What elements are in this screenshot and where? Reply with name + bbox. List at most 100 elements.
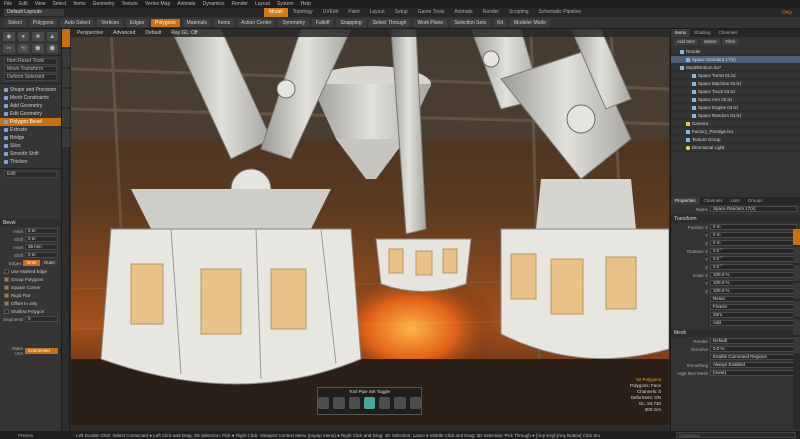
viewport-header-item[interactable]: Advanced (113, 30, 135, 36)
tool-item[interactable]: Mesh Constraints (0, 94, 61, 102)
tool-pipe-icon[interactable] (348, 397, 360, 409)
tab-setup[interactable]: Setup (390, 8, 413, 17)
checkbox-row[interactable]: Shallow Polygon (0, 307, 61, 315)
visibility-eye-icon[interactable] (671, 64, 680, 72)
tool-item[interactable]: Polygon Bevel (0, 118, 61, 126)
menu-item-layout[interactable]: Layout (255, 1, 270, 7)
toolbar-button[interactable]: Modeler Mode (510, 18, 550, 27)
tree-item[interactable]: Space Random 04.lxl (671, 112, 800, 120)
3d-viewport[interactable]: Perspective Advanced Default Ray GL: Off To… (71, 29, 669, 425)
tree-item[interactable]: Render (671, 48, 800, 56)
toolbar-button[interactable]: Symmetry (278, 18, 309, 27)
vertical-tab[interactable] (793, 229, 800, 245)
tool-item[interactable]: Edit Geometry (0, 110, 61, 118)
menu-item-help[interactable]: Help (301, 1, 311, 7)
segments-field[interactable]: 0 (25, 316, 58, 322)
toolbar-button[interactable]: Work Plane (413, 18, 448, 27)
viewport-header-item[interactable]: Ray GL: Off (171, 30, 197, 36)
toolbar-button[interactable]: Snapping (336, 18, 366, 27)
vertical-tab[interactable] (793, 247, 800, 263)
properties-tab[interactable]: Properties (671, 197, 700, 205)
checkbox-row[interactable]: Rigid Flat (0, 291, 61, 299)
tree-item[interactable]: ModelBottom.lxo* (671, 64, 800, 72)
tree-item[interactable]: Texture Group (671, 136, 800, 144)
checkbox[interactable] (4, 300, 9, 306)
bevel-field-input[interactable]: 36 mm (25, 244, 58, 250)
tab-model[interactable]: Model (264, 8, 288, 17)
edges-option[interactable]: Outer (40, 260, 58, 266)
properties-tab[interactable]: Lists (727, 197, 744, 205)
visibility-eye-icon[interactable] (671, 144, 680, 152)
viewport-header-item[interactable]: Perspective (77, 30, 103, 36)
visibility-eye-icon[interactable] (671, 120, 680, 128)
tab-scripting[interactable]: Scripting (504, 8, 533, 17)
make-uvs-dropdown[interactable]: Connected (25, 348, 58, 354)
visibility-eye-icon[interactable] (671, 88, 680, 96)
tab-animate[interactable]: Animate (449, 8, 477, 17)
layout-dropdown[interactable]: Default Layouts (4, 9, 64, 16)
left-dropdown[interactable]: Move Transform (4, 66, 57, 73)
tool-icon[interactable]: ✂ (3, 44, 15, 53)
mesh-field[interactable]: (none) (710, 370, 797, 376)
item-list-button[interactable]: Select (701, 39, 720, 45)
edges-option[interactable]: Inner (23, 260, 40, 266)
tool-item[interactable]: Slice (0, 142, 61, 150)
tab-game-tools[interactable]: Game Tools (413, 8, 450, 17)
vertical-tab[interactable] (793, 283, 800, 299)
bevel-field-input[interactable]: 0 m (25, 252, 58, 258)
checkbox[interactable] (4, 284, 9, 290)
tool-item[interactable]: Bridge (0, 134, 61, 142)
tool-icon[interactable]: ⟲ (17, 44, 29, 53)
tab-paint[interactable]: Paint (343, 8, 364, 17)
toolbar-button[interactable]: Selection Sets (450, 18, 491, 27)
right-tab[interactable]: Channels (715, 29, 742, 37)
toolbar-button[interactable]: Polygons (28, 18, 58, 27)
transform-action-dropdown[interactable]: Zero (710, 312, 797, 318)
menu-item-view[interactable]: View (35, 1, 46, 7)
menu-item-dynamics[interactable]: Dynamics (203, 1, 225, 7)
tool-pipe-icon[interactable] (363, 397, 376, 409)
toolbar-button[interactable]: Polygons (151, 18, 180, 27)
checkbox[interactable] (4, 268, 9, 274)
menu-item-texture[interactable]: Texture (122, 1, 138, 7)
tab-schematic-pipeline[interactable]: Schematic Pipeline (534, 8, 587, 17)
visibility-eye-icon[interactable] (671, 80, 680, 88)
visibility-eye-icon[interactable] (671, 96, 680, 104)
left-dropdown[interactable]: Deform Selected (4, 74, 57, 81)
menu-item-select[interactable]: Select (52, 1, 66, 7)
vertical-tab[interactable] (62, 89, 70, 107)
checkbox-row[interactable]: Offset In only (0, 299, 61, 307)
vertical-tab[interactable] (793, 337, 800, 353)
right-tab[interactable]: Items (671, 29, 691, 37)
toolbar-button[interactable]: Auto Select (60, 18, 95, 27)
visibility-eye-icon[interactable] (671, 72, 680, 80)
vertical-tab[interactable] (62, 49, 70, 67)
tree-item[interactable]: Space Arm 02.lxl (671, 96, 800, 104)
transform-action-dropdown[interactable]: Freeze (710, 304, 797, 310)
toolbar-button[interactable]: Items (213, 18, 235, 27)
toolbar-button[interactable]: Falloff (311, 18, 334, 27)
tool-item[interactable]: Extrude (0, 126, 61, 134)
transform-field[interactable]: 100.0 % (710, 272, 797, 278)
visibility-eye-icon[interactable] (671, 104, 680, 112)
tool-icon[interactable]: ◆ (3, 32, 15, 41)
tool-pipe-icon[interactable] (409, 397, 421, 409)
transform-field[interactable]: 0 m (710, 240, 797, 246)
vertical-tab[interactable] (62, 109, 70, 127)
name-field[interactable]: Space Random 17(s) (710, 206, 797, 212)
visibility-eye-icon[interactable] (671, 128, 680, 136)
tool-icon[interactable]: ■ (32, 32, 44, 41)
mesh-field[interactable]: Default (710, 338, 797, 344)
toolbar-button[interactable]: Select (4, 18, 26, 27)
menu-item-system[interactable]: System (277, 1, 294, 7)
transform-field[interactable]: 0 m (710, 232, 797, 238)
right-tab[interactable]: Shading (690, 29, 715, 37)
menu-item-vertex-map[interactable]: Vertex Map (145, 1, 170, 7)
bevel-field-input[interactable]: 0 m (25, 236, 58, 242)
menu-item-file[interactable]: File (4, 1, 12, 7)
tree-item[interactable]: Directional Light (671, 144, 800, 152)
tool-pipe-icon[interactable] (379, 397, 391, 409)
toolbar-button[interactable]: Select Through (368, 18, 411, 27)
toolbar-button[interactable]: Kit (493, 18, 508, 27)
checkbox-row[interactable]: Group Polygons (0, 275, 61, 283)
